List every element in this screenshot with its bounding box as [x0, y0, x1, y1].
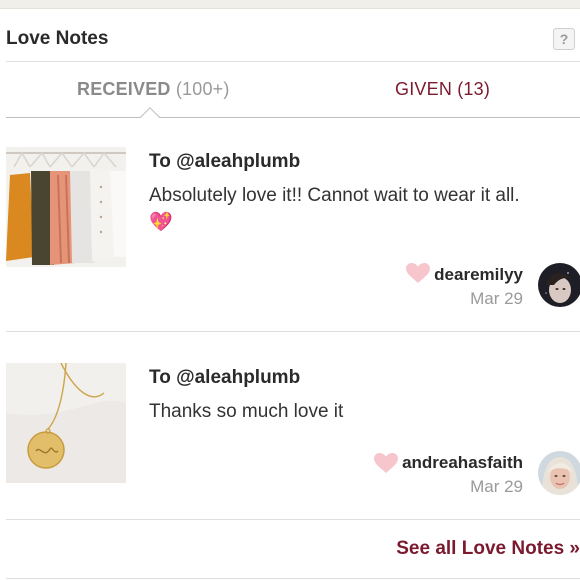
tab-received-label: RECEIVED: [77, 79, 171, 99]
help-button[interactable]: ?: [553, 28, 575, 50]
note-recipient[interactable]: To @aleahplumb: [149, 367, 300, 389]
note-recipient[interactable]: To @aleahplumb: [149, 151, 300, 173]
note-message: Thanks so much love it: [149, 398, 569, 425]
note-message-text: Thanks so much love it: [149, 401, 344, 422]
note-sender[interactable]: dearemilyy: [434, 265, 523, 285]
bottom-divider: [6, 578, 580, 579]
see-all-love-notes-link[interactable]: See all Love Notes »: [396, 538, 580, 560]
tab-received[interactable]: RECEIVED (100+): [77, 79, 230, 100]
love-notes-card: Love Notes ? RECEIVED (100+) GIVEN (13): [0, 8, 580, 580]
clothing-rack-image[interactable]: [6, 147, 126, 267]
note-sender[interactable]: andreahasfaith: [402, 453, 523, 473]
heart-icon[interactable]: [406, 263, 430, 283]
tab-bar: RECEIVED (100+) GIVEN (13): [0, 69, 580, 119]
footer-divider: [6, 519, 580, 520]
note-message-text: Absolutely love it!! Cannot wait to wear…: [149, 185, 520, 206]
tab-underline: [6, 117, 580, 118]
gold-necklace-image[interactable]: [6, 363, 126, 483]
note-date: Mar 29: [470, 477, 523, 496]
user-avatar[interactable]: [538, 263, 580, 307]
heart-icon[interactable]: [374, 453, 398, 473]
sparkling-heart-emoji: 💖: [149, 212, 173, 233]
note-message: Absolutely love it!! Cannot wait to wear…: [149, 182, 569, 236]
note-divider: [6, 331, 580, 332]
card-header: Love Notes ?: [0, 9, 580, 63]
tab-given[interactable]: GIVEN (13): [395, 79, 490, 100]
card-title: Love Notes: [6, 28, 109, 49]
note-date: Mar 29: [470, 289, 523, 308]
header-divider: [6, 61, 580, 62]
tab-received-count: (100+): [175, 79, 230, 99]
user-avatar[interactable]: [538, 451, 580, 495]
